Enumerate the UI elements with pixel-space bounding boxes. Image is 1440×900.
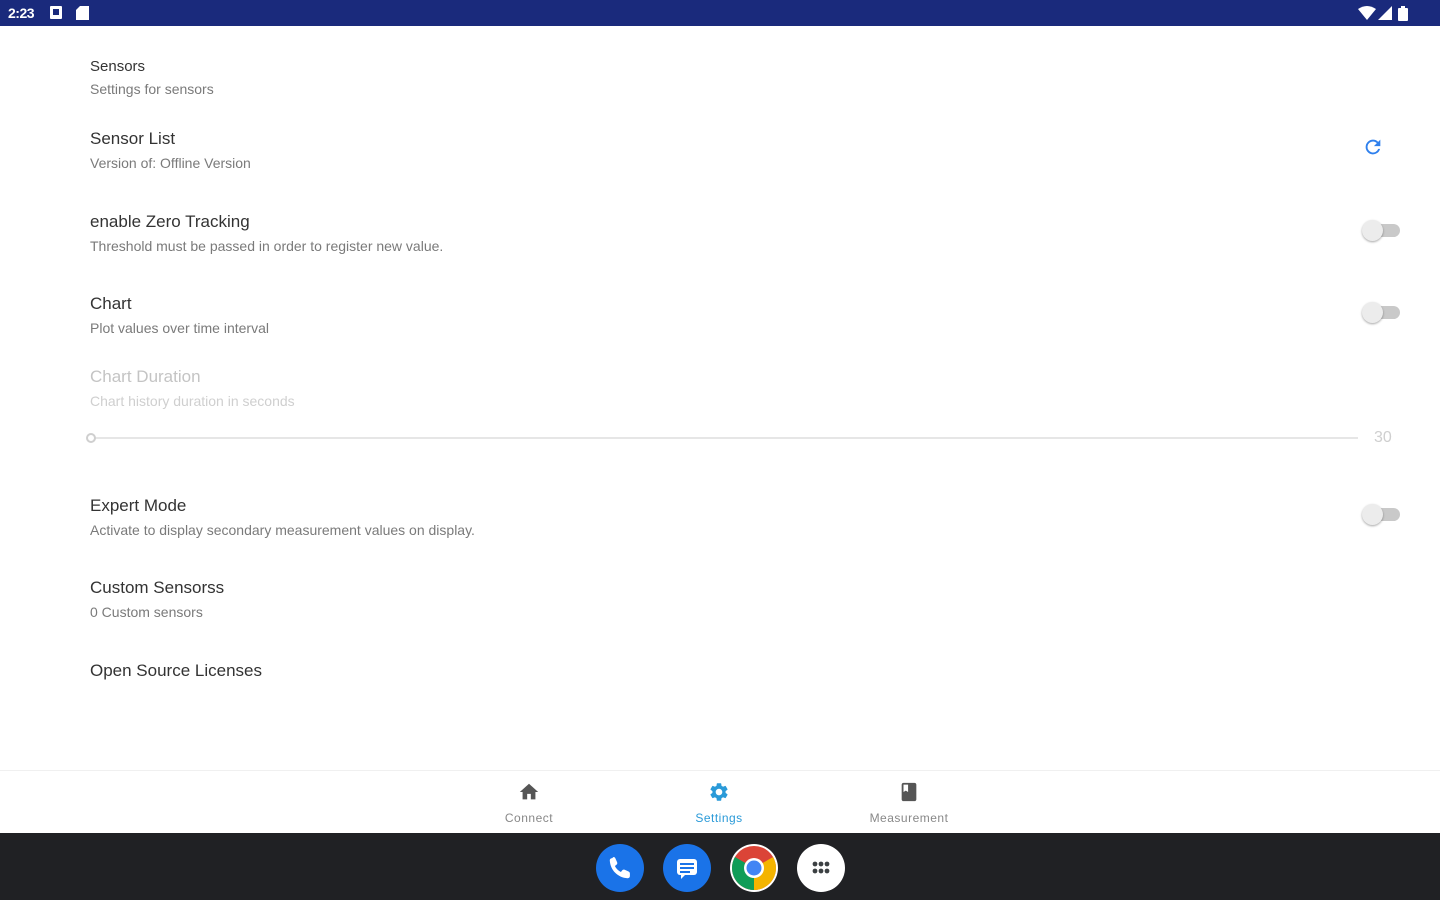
status-time: 2:23 xyxy=(8,5,35,21)
pref-summary: Activate to display secondary measuremen… xyxy=(90,522,475,538)
home-icon xyxy=(519,783,539,800)
chrome-icon xyxy=(732,846,776,890)
pref-title: Open Source Licenses xyxy=(90,661,262,680)
pref-expert-mode[interactable]: Expert Mode Activate to display secondar… xyxy=(90,496,475,538)
battery-icon xyxy=(1398,6,1408,21)
gear-icon xyxy=(710,783,728,801)
chart-toggle[interactable] xyxy=(1362,302,1402,323)
pref-open-source-licenses[interactable]: Open Source Licenses xyxy=(90,661,262,681)
category-sensors: Sensors Settings for sensors xyxy=(90,58,214,97)
pref-title: Chart Duration xyxy=(90,367,201,386)
nav-label: Settings xyxy=(695,811,743,825)
chart-duration-value: 30 xyxy=(1374,429,1392,446)
pref-summary: 0 Custom sensors xyxy=(90,604,203,620)
pref-summary: Version of: Offline Version xyxy=(90,155,251,171)
cell-signal-icon xyxy=(1378,6,1392,20)
book-icon xyxy=(901,782,917,802)
category-summary: Settings for sensors xyxy=(90,81,214,97)
pref-title: Custom Sensorss xyxy=(90,578,225,597)
category-title: Sensors xyxy=(90,58,146,75)
settings-list: Sensors Settings for sensors Sensor List… xyxy=(0,26,1440,770)
nav-settings[interactable]: Settings xyxy=(649,771,789,834)
bottom-navigation: Connect Settings Measurement xyxy=(0,770,1440,833)
pref-title: Sensor List xyxy=(90,129,176,148)
chrome-app[interactable] xyxy=(730,844,778,892)
system-dock xyxy=(0,833,1440,900)
zero-tracking-toggle[interactable] xyxy=(1362,220,1402,241)
notification-icon xyxy=(50,6,62,19)
slider-track xyxy=(92,437,1358,439)
status-bar: 2:23 xyxy=(0,0,1440,26)
expert-mode-toggle[interactable] xyxy=(1362,504,1402,525)
phone-icon xyxy=(609,857,630,879)
refresh-icon[interactable] xyxy=(1362,136,1384,158)
pref-title: Chart xyxy=(90,294,132,313)
app-drawer-icon xyxy=(812,861,830,874)
sd-card-icon xyxy=(76,6,89,20)
messages-icon xyxy=(677,859,697,879)
toggle-thumb xyxy=(1362,504,1383,525)
toggle-thumb xyxy=(1362,302,1383,323)
toggle-thumb xyxy=(1362,220,1383,241)
pref-sensor-list[interactable]: Sensor List Version of: Offline Version xyxy=(90,129,251,171)
phone-app[interactable] xyxy=(596,844,644,892)
app-drawer[interactable] xyxy=(797,844,845,892)
pref-summary: Plot values over time interval xyxy=(90,320,269,336)
pref-summary: Chart history duration in seconds xyxy=(90,393,295,409)
pref-chart[interactable]: Chart Plot values over time interval xyxy=(90,294,269,336)
pref-title: enable Zero Tracking xyxy=(90,212,250,231)
pref-chart-duration: Chart Duration Chart history duration in… xyxy=(90,367,295,409)
nav-connect[interactable]: Connect xyxy=(459,771,599,834)
pref-title: Expert Mode xyxy=(90,496,187,515)
nav-label: Connect xyxy=(504,811,554,825)
chart-duration-slider[interactable] xyxy=(86,431,1358,445)
messages-app[interactable] xyxy=(663,844,711,892)
wifi-icon xyxy=(1358,6,1376,20)
pref-summary: Threshold must be passed in order to reg… xyxy=(90,238,444,254)
slider-knob[interactable] xyxy=(86,433,96,443)
nav-measurement[interactable]: Measurement xyxy=(839,771,979,834)
pref-zero-tracking[interactable]: enable Zero Tracking Threshold must be p… xyxy=(90,212,443,254)
nav-label: Measurement xyxy=(869,811,949,825)
pref-custom-sensors[interactable]: Custom Sensorss 0 Custom sensors xyxy=(90,578,224,620)
